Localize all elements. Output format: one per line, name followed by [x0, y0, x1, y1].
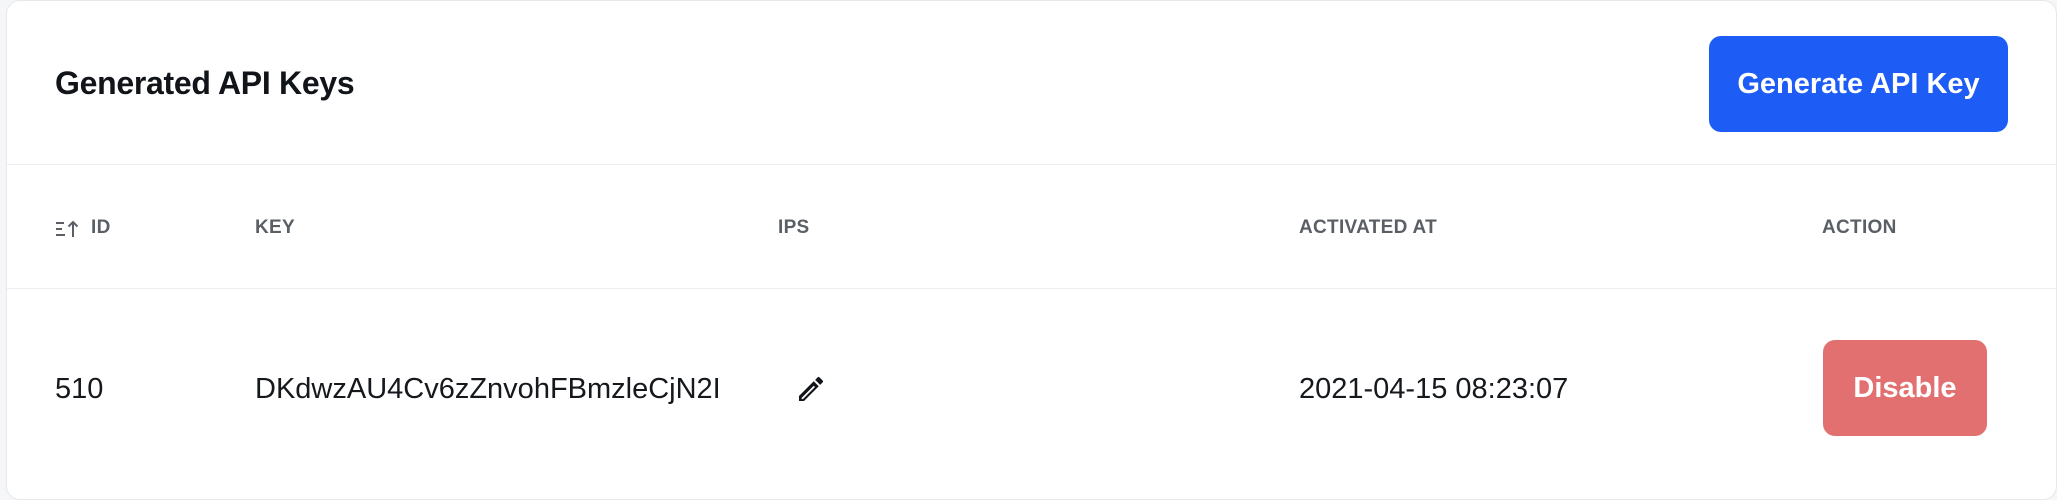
- row-id: 510: [55, 373, 104, 405]
- column-header-key: KEY: [255, 217, 295, 238]
- row-activated-at: 2021-04-15 08:23:07: [1299, 373, 1569, 405]
- table-header: ID KEY IPS ACTIVATED AT ACTION: [7, 165, 2056, 289]
- column-header-id[interactable]: ID: [91, 217, 111, 239]
- pencil-icon[interactable]: [795, 373, 827, 405]
- api-keys-card: Generated API Keys Generate API Key ID K…: [6, 0, 2057, 500]
- card-header: Generated API Keys Generate API Key: [7, 1, 2056, 165]
- card-title: Generated API Keys: [55, 65, 355, 101]
- column-header-ips: IPS: [778, 217, 810, 238]
- row-api-key: DKdwzAU4Cv6zZnvohFBmzleCjN2I: [255, 373, 721, 405]
- generate-api-key-button[interactable]: Generate API Key: [1709, 36, 2008, 132]
- table-row: 510 DKdwzAU4Cv6zZnvohFBmzleCjN2I 2021-04…: [7, 289, 2056, 489]
- disable-button[interactable]: Disable: [1823, 340, 1987, 436]
- column-header-action: ACTION: [1822, 217, 1897, 238]
- sort-ascending-icon[interactable]: [55, 219, 81, 239]
- column-header-activated-at: ACTIVATED AT: [1299, 217, 1437, 238]
